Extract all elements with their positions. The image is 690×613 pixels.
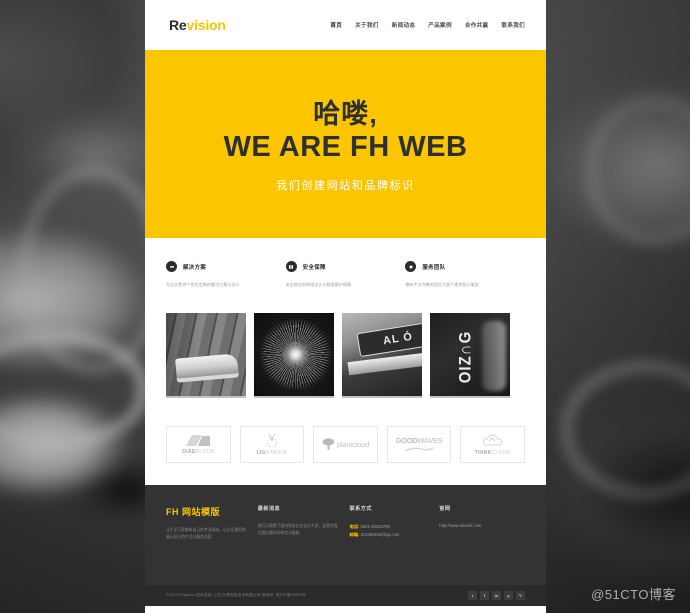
feature-title: 解决方案 [183, 264, 207, 271]
feature-header: 解决方案 [166, 261, 272, 272]
partner-logo-label: THINKCLOUD [474, 449, 511, 456]
partner-logo-goodwaves[interactable]: GOODWAVES [386, 425, 452, 463]
site-footer: FH 网站模版 让千企万家都有自己的专业网站，让企业更好地展示自己的产品与服务内… [145, 484, 546, 585]
footer-site-heading: 官网 [439, 505, 451, 512]
facebook-icon[interactable]: f [480, 590, 489, 600]
hero-headline-en: WE ARE FH WEB [223, 130, 468, 163]
social-links: t f in p V [468, 590, 525, 600]
main-navigation: 首页 关于我们 新闻动态 产品案例 合作共赢 联系我们 [330, 21, 525, 29]
vimeo-icon[interactable]: V [516, 590, 525, 600]
hero-banner: 哈喽, WE ARE FH WEB 我们创建网站和品牌标识 [145, 50, 546, 238]
linkedin-icon[interactable]: in [492, 590, 501, 600]
footer-email-label: 邮箱: [349, 531, 360, 537]
feature-title: 服务团队 [422, 264, 446, 271]
twitter-icon[interactable]: t [468, 590, 477, 600]
tree-cloud-icon [322, 438, 335, 451]
copyright-text: ©2017 Fhadmin 技术支持: 山东万博信息技术有限公司 备案号: 鲁I… [166, 592, 306, 597]
footer-bottom-bar: ©2017 Fhadmin 技术支持: 山东万博信息技术有限公司 备案号: 鲁I… [145, 584, 546, 606]
gallery-item-fiber[interactable] [254, 312, 334, 398]
play-circle-icon [405, 261, 417, 272]
nav-item-news[interactable]: 新闻动态 [392, 21, 416, 29]
feature-item: 服务团队 拥有专业完善的团队为客户提供贴心服务 [405, 261, 525, 289]
watermark-text: @51CTO博客 [591, 587, 676, 602]
footer-brand-title: FH 网站模版 [166, 506, 220, 517]
nav-item-contact[interactable]: 联系我们 [501, 21, 525, 29]
logo-text-primary: Re [169, 17, 187, 33]
footer-news-heading: 最新消息 [257, 505, 281, 512]
partner-logo-row: GOODWAVES [396, 436, 443, 445]
partner-logo-lightbulb[interactable]: LIGHTBULB [239, 425, 305, 463]
lightbulb-mark-icon [266, 433, 277, 448]
footer-phone-line: 电话: 0531-05255708 [350, 523, 428, 531]
footer-brand-column: FH 网站模版 让千企万家都有自己的专业网站，让企业更好地展示自己的产品与服务内… [166, 505, 258, 585]
logo-text-secondary: vision [186, 17, 226, 33]
minus-circle-icon [166, 261, 177, 272]
website-container: Revision 首页 关于我们 新闻动态 产品案例 合作共赢 联系我们 哈喽,… [145, 0, 546, 613]
book-circle-icon [285, 261, 297, 272]
footer-phone-value: 0531-05255708 [360, 523, 390, 529]
partner-logo-thinkcloud[interactable]: THINKCLOUD [460, 425, 525, 463]
footer-contact-heading: 联系方式 [349, 505, 372, 512]
gallery-item-sign[interactable] [342, 312, 422, 398]
partner-logo-plantcloud[interactable]: plantcloud [313, 425, 378, 463]
hero-subtitle: 我们创建网站和品牌标识 [276, 180, 415, 193]
nav-item-home[interactable]: 首页 [330, 21, 342, 29]
partner-logo-diadblock[interactable]: DIADBLOCK [166, 425, 231, 463]
partner-logo-row: plantcloud [322, 437, 369, 451]
partner-logo-label: GOODWAVES [395, 436, 443, 446]
footer-email-line: 邮箱: 313482936@qq.com [350, 531, 428, 539]
footer-contact-column: 联系方式 电话: 0531-05255708 邮箱: 313482936@qq.… [350, 505, 440, 585]
browser-page: Revision 首页 关于我们 新闻动态 产品案例 合作共赢 联系我们 哈喽,… [0, 0, 690, 613]
feature-item: 安全保障 安全稳定的网络设计与数据维护保障 [285, 261, 406, 289]
nav-item-about[interactable]: 关于我们 [355, 21, 379, 29]
feature-description: 安全稳定的网络设计与数据维护保障 [285, 282, 352, 287]
footer-contact-details: 电话: 0531-05255708 邮箱: 313482936@qq.com [350, 523, 428, 539]
footer-news-text: 我们又获得了国内知名企业设计大奖，这是对我们团队最好的肯定与鼓励 [257, 523, 338, 535]
gallery-item-ship[interactable] [166, 312, 246, 398]
photo-gallery [145, 304, 546, 398]
partner-logo-label: DIADBLOCK [182, 448, 215, 455]
gallery-item-guitar[interactable] [430, 312, 510, 398]
nav-item-partners[interactable]: 合作共赢 [465, 21, 489, 29]
site-logo[interactable]: Revision [169, 17, 226, 33]
footer-news-column: 最新消息 我们又获得了国内知名企业设计大奖，这是对我们团队最好的肯定与鼓励 [258, 505, 350, 585]
cloud-outline-icon [482, 434, 503, 446]
hero-headline-cn: 哈喽, [313, 98, 378, 129]
feature-description: 拥有专业完善的团队为客户提供贴心服务 [405, 282, 479, 287]
feature-header: 服务团队 [405, 261, 511, 272]
footer-brand-description: 让千企万家都有自己的专业网站，让企业更好地展示自己的产品与服务内容 [166, 527, 246, 539]
nav-item-products[interactable]: 产品案例 [428, 21, 452, 29]
partner-logos: DIADBLOCK LIGHTBULB plantcloud GOODWAVES… [145, 398, 546, 463]
footer-phone-label: 电话: [349, 523, 360, 529]
partner-logo-label: plantcloud [336, 439, 370, 449]
footer-email-value: 313482936@qq.com [360, 531, 400, 537]
feature-description: 为企业提供个性化定制的解决方案与设计 [166, 282, 240, 287]
footer-site-column: 官网 http://www.abcdef.com [439, 505, 525, 585]
site-header: Revision 首页 关于我们 新闻动态 产品案例 合作共赢 联系我们 [145, 0, 546, 50]
features-section: 解决方案 为企业提供个性化定制的解决方案与设计 安全保障 安全稳定的网络设计与数… [145, 238, 546, 304]
partner-logo-label: LIGHTBULB [256, 449, 288, 456]
wave-swoosh-icon [404, 447, 434, 452]
diadblock-mark-icon [186, 434, 211, 446]
feature-item: 解决方案 为企业提供个性化定制的解决方案与设计 [166, 261, 286, 289]
pinterest-icon[interactable]: p [504, 590, 513, 600]
feature-header: 安全保障 [285, 261, 392, 272]
footer-site-url[interactable]: http://www.abcdef.com [439, 523, 525, 528]
feature-title: 安全保障 [302, 264, 326, 271]
